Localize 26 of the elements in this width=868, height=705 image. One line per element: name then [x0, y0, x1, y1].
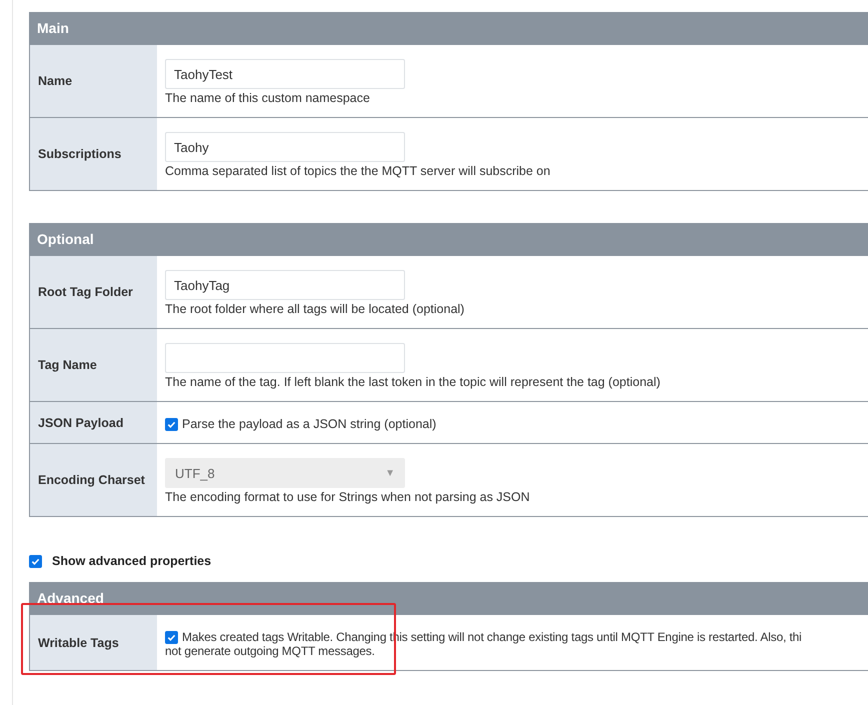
checkbox[interactable]: [165, 630, 178, 644]
field-description: Comma separated list of topics the the MQTT server will subscribe on: [165, 164, 552, 178]
label-cell: Tag Name: [30, 329, 157, 401]
field-description: The root folder where all tags will be located (optional): [165, 302, 466, 316]
label-cell: Encoding Charset: [30, 444, 157, 516]
option-text: Parse the payload as a JSON string (optional): [182, 417, 436, 431]
label-cell: Subscriptions: [30, 118, 157, 190]
text-field[interactable]: TaohyTag: [165, 270, 405, 300]
section-header: Main: [29, 12, 868, 45]
text-field[interactable]: TaohyTest: [165, 59, 405, 89]
text-field[interactable]: Taohy: [165, 132, 405, 162]
caret-icon: ▼: [385, 468, 395, 478]
field-description: The name of the tag. If left blank the last token in the topic will represent the tag (optional): [165, 375, 662, 389]
option-text: not generate outgoing MQTT messages.: [165, 644, 376, 658]
checkbox[interactable]: [165, 418, 178, 430]
label-cell: Root Tag Folder: [30, 256, 157, 328]
checkbox-label: Show advanced properties: [52, 554, 212, 568]
label-cell: Name: [30, 45, 157, 117]
label-cell: JSON Payload: [30, 402, 157, 443]
text-field[interactable]: [165, 343, 405, 373]
label-cell: Writable Tags: [30, 615, 157, 670]
section-header: Optional: [29, 223, 868, 256]
field-description: The encoding format to use for Strings when not parsing as JSON: [165, 490, 531, 504]
field-description: The name of this custom namespace: [165, 91, 371, 105]
checkbox[interactable]: [29, 554, 42, 568]
section-header: Advanced: [29, 582, 868, 615]
